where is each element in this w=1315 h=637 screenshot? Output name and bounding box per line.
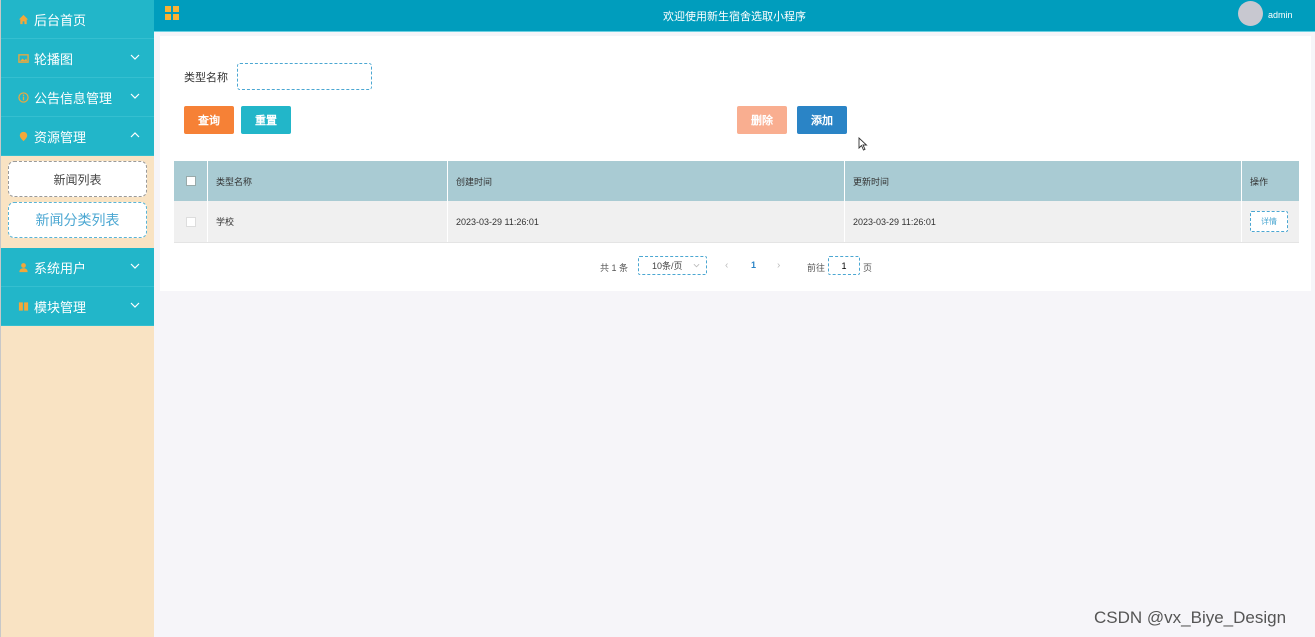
username[interactable]: admin	[1268, 10, 1293, 20]
sidebar-item-label: 后台首页	[34, 12, 87, 28]
submenu-item-news-list[interactable]: 新闻列表	[8, 161, 147, 197]
user-icon	[17, 261, 29, 273]
next-page-icon[interactable]: ›	[777, 260, 780, 271]
sidebar-item-label: 资源管理	[34, 129, 87, 145]
row-select-cell	[174, 201, 208, 242]
header-created-time[interactable]: 创建时间	[448, 161, 845, 201]
cell-type-name: 学校	[208, 201, 448, 242]
select-all-checkbox[interactable]	[185, 176, 196, 186]
delete-button[interactable]: 删除	[737, 106, 787, 134]
chevron-down-icon	[130, 54, 140, 60]
chevron-down-icon	[130, 93, 140, 99]
type-name-label: 类型名称	[184, 72, 228, 84]
sidebar-item-modules[interactable]: 模块管理	[1, 287, 154, 326]
chevron-down-icon	[130, 263, 140, 269]
info-icon	[17, 91, 29, 103]
sidebar-item-system-users[interactable]: 系统用户	[1, 248, 154, 287]
sidebar-item-label: 公告信息管理	[34, 90, 113, 106]
resources-submenu: 新闻列表 新闻分类列表	[1, 156, 154, 248]
chevron-down-icon	[693, 263, 700, 268]
page-size-select[interactable]: 10条/页	[638, 256, 707, 275]
category-table: 类型名称 创建时间 更新时间 操作 学校 2023-03-29 11:26:01…	[174, 161, 1299, 243]
chevron-up-icon	[130, 132, 140, 138]
sidebar-item-resources[interactable]: 资源管理	[1, 117, 154, 156]
chevron-down-icon	[130, 302, 140, 308]
sidebar-item-label: 轮播图	[34, 51, 74, 67]
avatar[interactable]	[1238, 1, 1263, 26]
add-button[interactable]: 添加	[797, 106, 847, 134]
search-button[interactable]: 查询	[184, 106, 234, 134]
cell-updated-time: 2023-03-29 11:26:01	[845, 201, 1242, 242]
sidebar-item-label: 系统用户	[34, 260, 87, 276]
row-checkbox[interactable]	[185, 216, 196, 227]
detail-button[interactable]: 详情	[1250, 211, 1288, 232]
header-updated-time[interactable]: 更新时间	[845, 161, 1242, 201]
table-header: 类型名称 创建时间 更新时间 操作	[174, 161, 1299, 201]
sidebar-item-home[interactable]: 后台首页	[1, 0, 154, 39]
goto-page-input[interactable]	[828, 256, 860, 275]
sidebar: 后台首页 轮播图 公告信息管理 资源管理 新闻列表 新闻分类列表 系统用户 模块…	[0, 0, 154, 637]
submenu-item-news-category-list[interactable]: 新闻分类列表	[8, 202, 147, 238]
pagination: 共 1 条 10条/页 ‹ 1 › 前往 页	[160, 256, 1311, 276]
page-size-value: 10条/页	[652, 261, 683, 271]
sidebar-item-carousel[interactable]: 轮播图	[1, 39, 154, 78]
sidebar-item-notice[interactable]: 公告信息管理	[1, 78, 154, 117]
mouse-cursor-icon	[858, 137, 868, 151]
topbar: 欢迎使用新生宿舍选取小程序 admin	[154, 0, 1315, 32]
reset-button[interactable]: 重置	[241, 106, 291, 134]
select-all-cell	[174, 161, 208, 201]
home-icon	[17, 13, 29, 25]
type-name-input[interactable]	[237, 63, 372, 90]
image-icon	[17, 52, 29, 64]
main-panel: 类型名称 查询 重置 删除 添加 类型名称 创建时间 更新时间 操作 学校 20…	[160, 36, 1311, 291]
pagination-total: 共 1 条	[600, 263, 629, 273]
cell-actions: 详情	[1242, 201, 1299, 242]
prev-page-icon[interactable]: ‹	[725, 260, 728, 271]
sidebar-item-label: 模块管理	[34, 299, 87, 315]
goto-label: 前往	[807, 263, 826, 273]
goto-unit: 页	[863, 263, 873, 273]
header-type-name[interactable]: 类型名称	[208, 161, 448, 201]
watermark: CSDN @vx_Biye_Design	[1094, 608, 1287, 627]
module-icon	[17, 300, 29, 312]
cell-created-time: 2023-03-29 11:26:01	[448, 201, 845, 242]
header-actions: 操作	[1250, 176, 1269, 187]
page-title: 欢迎使用新生宿舍选取小程序	[663, 11, 806, 23]
page-number-current[interactable]: 1	[751, 260, 756, 270]
table-row: 学校 2023-03-29 11:26:01 2023-03-29 11:26:…	[174, 201, 1299, 243]
pin-icon	[17, 130, 29, 142]
